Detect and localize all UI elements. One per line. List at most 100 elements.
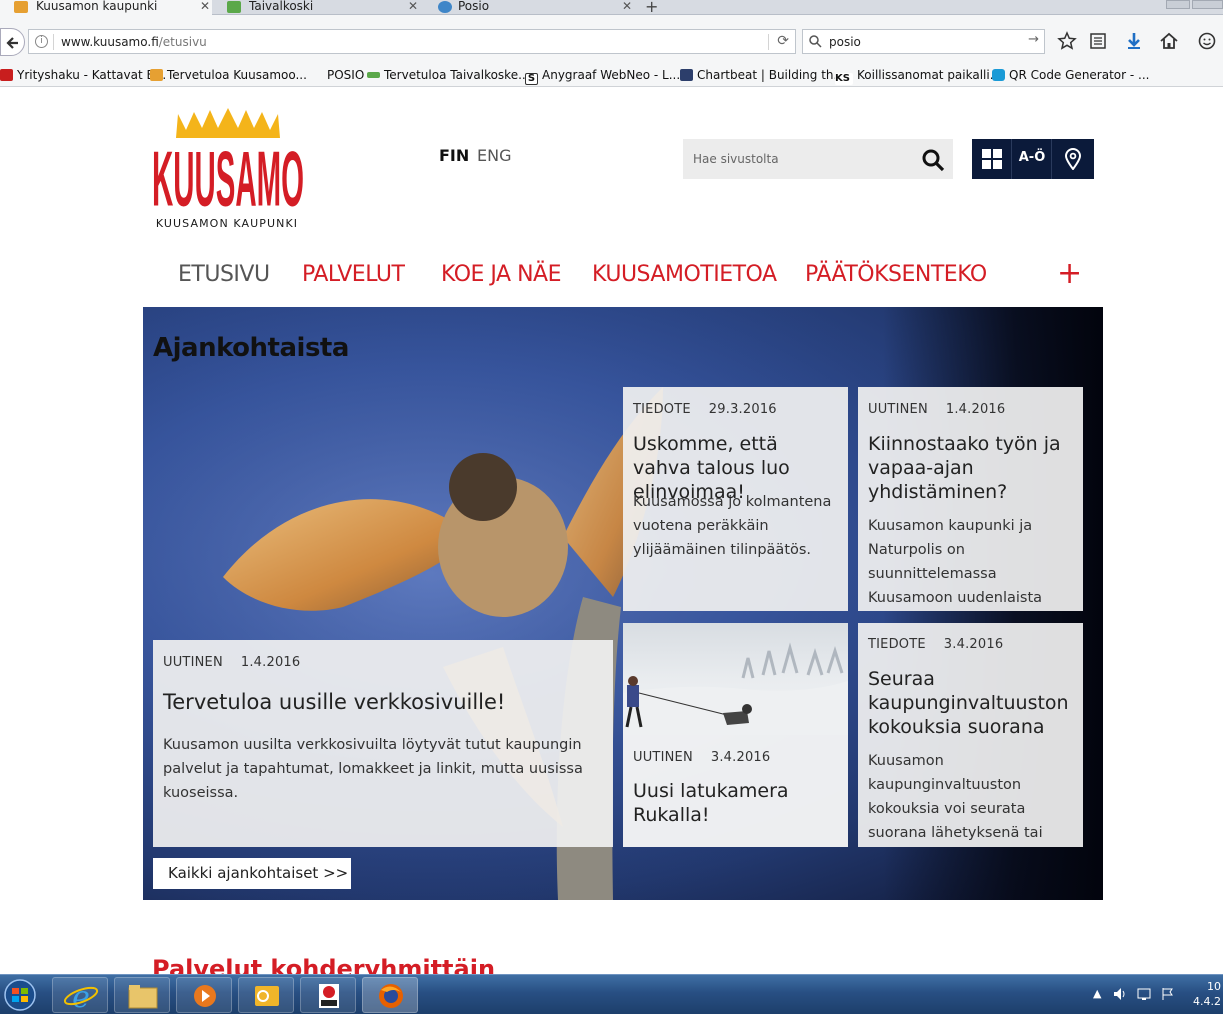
news-type: TIEDOTE <box>633 402 691 417</box>
url-separator <box>53 34 54 50</box>
system-clock[interactable]: 10 4.4.2 <box>1193 979 1221 1009</box>
taskbar-outlook[interactable] <box>238 977 294 1013</box>
news-meta: TIEDOTE 3.4.2016 <box>868 637 1003 652</box>
nav-item-etusivu[interactable]: ETUSIVU <box>178 262 270 287</box>
news-hero: Ajankohtaista UUTINEN 1.4.2016 Tervetuloa… <box>143 307 1103 900</box>
news-type: UUTINEN <box>633 750 693 765</box>
grid-icon <box>982 149 1002 169</box>
bookmark-favicon-icon <box>992 69 1005 81</box>
bookmark-item[interactable]: S Anygraaf WebNeo - L... <box>525 68 680 85</box>
close-tab-icon[interactable]: ✕ <box>406 0 420 13</box>
news-card-main[interactable]: UUTINEN 1.4.2016 Tervetuloa uusille verkk… <box>153 640 613 847</box>
news-meta: TIEDOTE 29.3.2016 <box>633 402 777 417</box>
tab-title: Posio <box>458 0 490 13</box>
back-arrow-icon <box>6 37 18 49</box>
news-text: Kuusamon kaupunki ja Naturpolis on suunn… <box>868 518 1043 606</box>
news-type: TIEDOTE <box>868 637 926 652</box>
language-fin-link[interactable]: FIN <box>439 146 469 165</box>
reload-icon[interactable]: ⟳ <box>777 33 789 49</box>
tray-expand-icon[interactable]: ▲ <box>1093 987 1101 1000</box>
volume-icon[interactable] <box>1113 987 1127 1001</box>
news-card[interactable]: UUTINEN 3.4.2016 Uusi latukamera Rukalla! <box>623 623 848 847</box>
taskbar-app-red[interactable] <box>300 977 356 1013</box>
bookmark-label: QR Code Generator - ... <box>1009 68 1150 82</box>
logo-wordmark: KUUSAMO <box>152 135 304 223</box>
bookmark-item[interactable]: KS Koillissanomat paikalli... <box>835 68 1001 85</box>
windows-taskbar: e ▲ 10 4.4.2 <box>0 974 1223 1014</box>
news-meta: UUTINEN 1.4.2016 <box>868 402 1005 417</box>
network-icon[interactable] <box>1137 987 1153 1001</box>
bookmark-item[interactable]: Yrityshaku - Kattavat B... <box>0 68 166 82</box>
kuusamo-logo[interactable]: KUUSAMO KUUSAMON KAUPUNKI <box>148 108 308 233</box>
bookmark-item[interactable]: Chartbeat | Building th... <box>680 68 845 82</box>
news-date: 29.3.2016 <box>708 402 777 417</box>
a-to-o-index-button[interactable]: A-Ö <box>1012 139 1052 179</box>
nav-item-koe-ja-nae[interactable]: KOE JA NÄE <box>441 262 562 287</box>
action-center-flag-icon[interactable] <box>1161 987 1175 1001</box>
map-location-button[interactable] <box>1052 139 1094 179</box>
maximize-button[interactable] <box>1192 0 1223 9</box>
download-icon[interactable] <box>1124 31 1144 51</box>
browser-search-bar[interactable]: posio → <box>802 29 1045 54</box>
bookmarks-menu-icon[interactable] <box>1088 31 1108 51</box>
news-type: UUTINEN <box>868 402 928 417</box>
news-card[interactable]: UUTINEN 1.4.2016 Kiinnostaako työn ja vap… <box>858 387 1083 611</box>
outlook-icon <box>255 986 279 1006</box>
close-tab-icon[interactable]: ✕ <box>198 0 212 13</box>
taskbar-firefox[interactable] <box>362 977 418 1013</box>
url-path: /etusivu <box>158 35 207 49</box>
nav-more-button[interactable]: + <box>1057 258 1082 290</box>
nav-item-paatoksenteko[interactable]: PÄÄTÖKSENTEKO <box>805 262 987 287</box>
news-date: 3.4.2016 <box>943 637 1004 652</box>
bookmark-item[interactable]: Tervetuloa Kuusamoo... <box>150 68 307 82</box>
system-tray: ▲ 10 4.4.2 <box>1093 975 1223 1014</box>
menu-grid-button[interactable] <box>972 139 1012 179</box>
bookmark-item[interactable]: QR Code Generator - ... <box>992 68 1149 82</box>
close-tab-icon[interactable]: ✕ <box>620 0 634 13</box>
bookmark-favicon-icon <box>0 69 13 81</box>
news-date: 3.4.2016 <box>710 750 771 765</box>
taskbar-internet-explorer[interactable]: e <box>52 977 108 1014</box>
url-text: www.kuusamo.fi/etusivu <box>61 35 207 49</box>
bookmark-favicon-icon <box>680 69 693 81</box>
new-tab-button[interactable]: + <box>645 0 658 16</box>
tab-kuusamon-kaupunki[interactable]: Kuusamon kaupunki ✕ <box>0 0 212 15</box>
site-search-icon[interactable] <box>921 148 945 172</box>
news-date: 1.4.2016 <box>240 655 301 670</box>
bookmark-star-icon[interactable] <box>1057 31 1077 51</box>
bookmark-label: Koillissanomat paikalli... <box>857 68 1002 82</box>
chat-smiley-icon[interactable] <box>1197 31 1217 51</box>
logo-subtitle: KUUSAMON KAUPUNKI <box>156 217 298 230</box>
minimize-button[interactable] <box>1166 0 1190 9</box>
nav-item-kuusamotietoa[interactable]: KUUSAMOTIETOA <box>592 262 777 287</box>
news-text: Kuusamon kaupunginvaltuuston kokouksia v… <box>868 753 1043 841</box>
language-eng-link[interactable]: ENG <box>477 146 511 165</box>
news-text: Kuusamossa jo kolmantena vuotena peräkkä… <box>633 494 832 558</box>
windows-start-icon[interactable] <box>0 977 40 1013</box>
bookmark-item[interactable]: POSIO <box>327 68 364 82</box>
tab-taivalkoski[interactable]: Taivalkoski ✕ <box>213 0 420 15</box>
home-icon[interactable] <box>1159 31 1179 51</box>
bookmarks-toolbar: Yrityshaku - Kattavat B... Tervetuloa Ku… <box>0 65 1223 87</box>
tab-posio[interactable]: Posio ✕ <box>424 0 634 15</box>
main-navigation: ETUSIVU PALVELUT KOE JA NÄE KUUSAMOTIETO… <box>143 258 1103 298</box>
site-search-input[interactable] <box>683 139 913 179</box>
taskbar-file-explorer[interactable] <box>114 977 170 1013</box>
site-info-icon[interactable]: i <box>35 35 48 48</box>
bookmark-favicon-icon: S <box>525 73 538 85</box>
all-news-link[interactable]: Kaikki ajankohtaiset >> <box>153 858 351 889</box>
address-bar[interactable]: i www.kuusamo.fi/etusivu ⟳ <box>28 29 796 54</box>
tab-title: Taivalkoski <box>249 0 314 13</box>
site-search-box <box>683 139 953 179</box>
reload-separator <box>768 34 769 50</box>
taskbar-media-player[interactable] <box>176 977 232 1013</box>
bookmark-item[interactable]: Tervetuloa Taivalkoske... <box>367 68 530 82</box>
bookmark-favicon-icon: KS <box>835 73 853 85</box>
search-go-icon[interactable]: → <box>1028 32 1039 47</box>
svg-text:e: e <box>72 980 90 1014</box>
kuusamo-crown-logo-icon: KUUSAMO KUUSAMON KAUPUNKI <box>152 108 304 230</box>
hero-title: Ajankohtaista <box>153 333 349 363</box>
news-card[interactable]: TIEDOTE 3.4.2016 Seuraa kaupunginvaltuust… <box>858 623 1083 847</box>
news-card[interactable]: TIEDOTE 29.3.2016 Uskomme, että vahva tal… <box>623 387 848 611</box>
nav-item-palvelut[interactable]: PALVELUT <box>302 262 405 287</box>
